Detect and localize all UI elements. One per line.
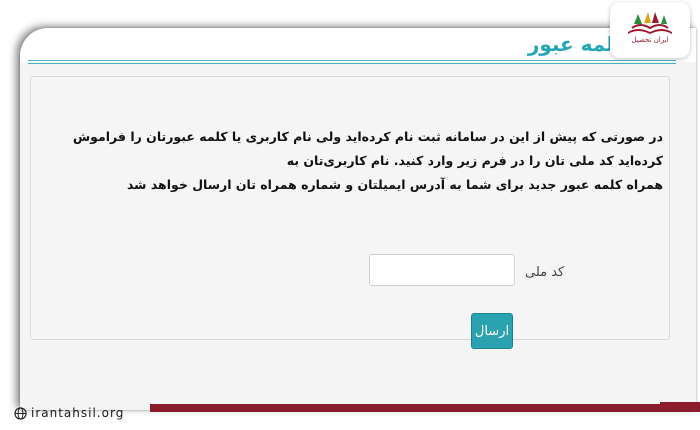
instructions-line-2: همراه کلمه عبور جدید برای شما به آدرس ای… <box>126 177 663 192</box>
national-code-input[interactable] <box>369 254 515 286</box>
forgot-password-panel: در صورتی که پیش از این در سامانه ثبت نام… <box>30 76 670 349</box>
content-frame: کلمه عبور در صورتی که پیش از این در ساما… <box>20 28 696 410</box>
instructions-text: در صورتی که پیش از این در سامانه ثبت نام… <box>37 125 663 197</box>
site-url: irantahsil.org <box>14 406 124 420</box>
national-code-label: کد ملی <box>525 265 565 280</box>
footer-accent-bar <box>150 404 700 412</box>
site-url-text: irantahsil.org <box>31 406 125 420</box>
submit-button[interactable]: ارسال <box>471 313 513 349</box>
logo-text: ایران تحصیل <box>631 36 669 44</box>
brand-logo: ایران تحصیل <box>610 2 690 58</box>
globe-icon <box>14 406 27 420</box>
book-logo-icon <box>628 12 672 34</box>
instructions-line-1: در صورتی که پیش از این در سامانه ثبت نام… <box>72 129 663 168</box>
footer-accent-corner <box>660 402 700 412</box>
title-divider <box>28 60 676 64</box>
